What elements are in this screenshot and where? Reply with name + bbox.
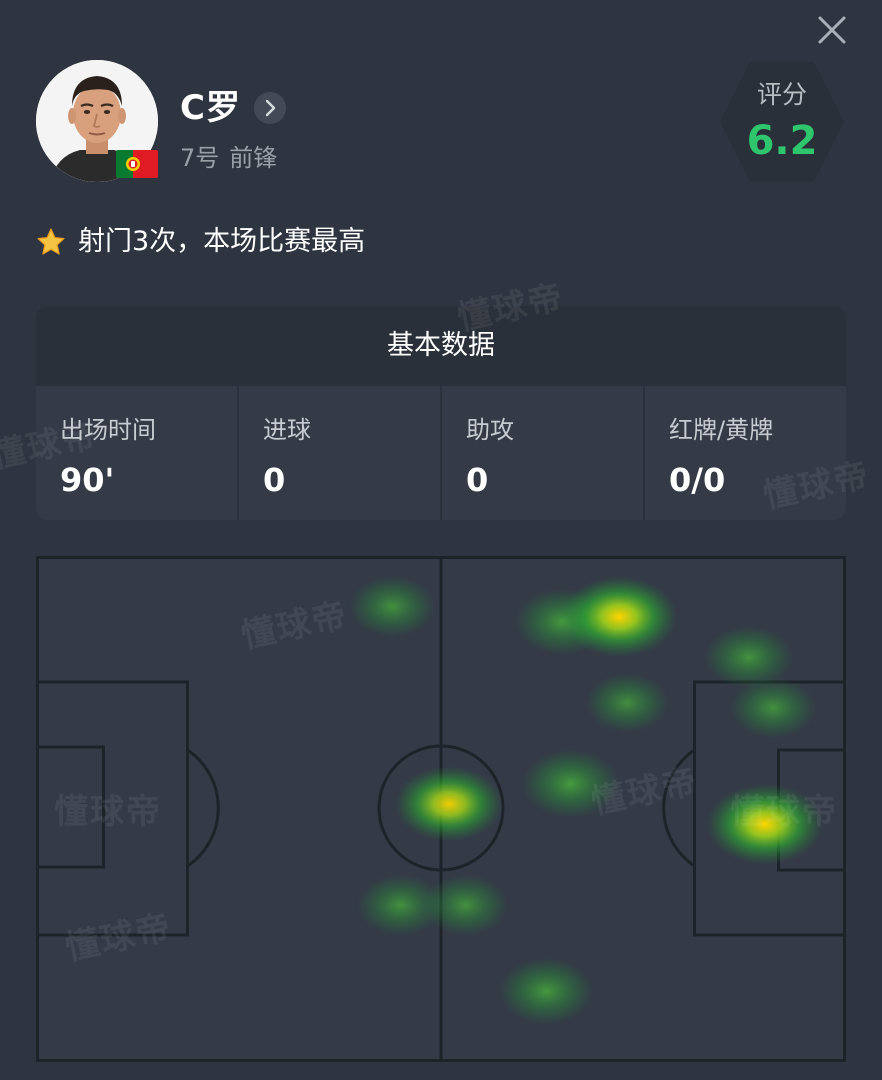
- heatmap-spot: [730, 677, 816, 738]
- rating-value: 6.2: [746, 118, 818, 164]
- highlight-text: 射门3次，本场比赛最高: [78, 226, 366, 257]
- stat-value: 0: [263, 461, 286, 499]
- player-number: 7号: [180, 144, 220, 172]
- heatmap-pitch: [36, 556, 846, 1062]
- player-info: 7号 前锋: [180, 142, 287, 174]
- close-button[interactable]: [812, 10, 852, 50]
- heatmap-spot: [422, 875, 508, 936]
- stat-label: 出场时间: [60, 416, 156, 444]
- stats-row: 出场时间 90' 进球 0 助攻 0 红牌/黄牌 0/0: [36, 386, 846, 520]
- heatmap-spot: [522, 750, 619, 818]
- chevron-right-icon: [265, 99, 276, 117]
- stat-minutes: 出场时间 90': [36, 386, 239, 520]
- stat-value: 90': [60, 461, 115, 499]
- player-name[interactable]: C罗: [180, 84, 241, 132]
- stat-value: 0/0: [669, 461, 726, 499]
- rating-label: 评分: [756, 80, 807, 109]
- basic-stats-card: 基本数据 出场时间 90' 进球 0 助攻 0 红牌/黄牌 0/0: [36, 306, 846, 520]
- stat-goals: 进球 0: [239, 386, 442, 520]
- stat-label: 助攻: [466, 416, 514, 444]
- stat-value: 0: [466, 461, 489, 499]
- heatmap-spot: [349, 576, 435, 637]
- star-icon: [37, 228, 65, 255]
- portugal-flag-icon: [116, 150, 158, 178]
- stat-assists: 助攻 0: [442, 386, 645, 520]
- player-detail-button[interactable]: [254, 92, 286, 124]
- stat-label: 红牌/黄牌: [669, 416, 774, 444]
- player-position: 前锋: [229, 144, 278, 172]
- heatmap-spot: [499, 958, 594, 1024]
- heatmap-spot: [561, 576, 678, 657]
- stat-label: 进球: [263, 416, 311, 444]
- player-stats-panel: C罗 7号 前锋 评分 6.2 射门3次，本场比赛最高 基本数据 出场时间 90'…: [0, 0, 882, 1080]
- heatmap-spot: [707, 784, 823, 865]
- heatmap-spot: [395, 766, 503, 842]
- highlight-row: 射门3次，本场比赛最高: [36, 222, 365, 262]
- heatmap-spot: [586, 673, 669, 732]
- close-icon: [818, 16, 846, 44]
- stats-title: 基本数据: [36, 306, 846, 386]
- stat-cards: 红牌/黄牌 0/0: [645, 386, 846, 520]
